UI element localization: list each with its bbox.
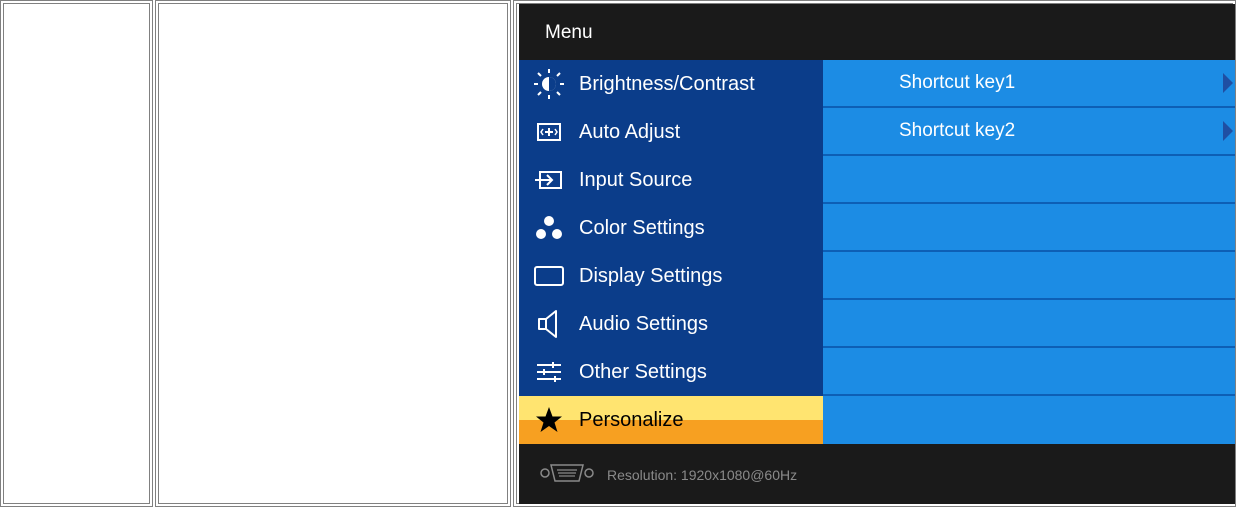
menu-item-other-settings[interactable]: Other Settings (519, 348, 823, 396)
auto-adjust-icon (519, 121, 579, 143)
star-icon (519, 406, 579, 434)
submenu-row-label: Shortcut key2 (899, 120, 1016, 141)
submenu-row-shortcut-key2[interactable]: Shortcut key2 (823, 108, 1235, 156)
resolution-text: Resolution: 1920x1080@60Hz (607, 466, 798, 483)
menu-item-label: Other Settings (579, 360, 707, 383)
status-bar: Resolution: 1920x1080@60Hz (539, 462, 797, 487)
display-settings-icon (519, 264, 579, 288)
submenu-row (823, 300, 1235, 348)
submenu-row (823, 156, 1235, 204)
submenu-row (823, 396, 1235, 442)
color-settings-icon (519, 215, 579, 241)
table-cell-2 (155, 0, 511, 507)
menu-item-input-source[interactable]: Input Source (519, 156, 823, 204)
submenu-row (823, 252, 1235, 300)
menu-item-label: Color Settings (579, 216, 705, 239)
submenu-row-label: Shortcut key1 (899, 72, 1016, 93)
submenu-panel: Shortcut key1 Shortcut key2 (823, 60, 1235, 444)
menu-item-label: Input Source (579, 168, 693, 191)
arrow-right-icon (1223, 73, 1233, 93)
submenu-row (823, 348, 1235, 396)
submenu-row (823, 204, 1235, 252)
menu-item-label: Brightness/Contrast (579, 72, 755, 95)
menu-item-color-settings[interactable]: Color Settings (519, 204, 823, 252)
menu-item-label: Audio Settings (579, 312, 708, 335)
speaker-icon (519, 309, 579, 339)
menu-item-brightness-contrast[interactable]: Brightness/Contrast (519, 60, 823, 108)
vga-connector-icon (539, 462, 595, 487)
menu-item-label: Display Settings (579, 264, 723, 287)
menu-item-label: Personalize (579, 408, 684, 431)
menu-item-display-settings[interactable]: Display Settings (519, 252, 823, 300)
table-cell-1 (0, 0, 153, 507)
submenu-row-shortcut-key1[interactable]: Shortcut key1 (823, 60, 1235, 108)
osd-menu: Menu Brightness/Contrast Auto Adjust Inp… (519, 4, 1235, 504)
menu-item-personalize[interactable]: Personalize (519, 396, 823, 444)
brightness-icon (519, 68, 579, 100)
osd-title: Menu (545, 22, 593, 43)
menu-item-auto-adjust[interactable]: Auto Adjust (519, 108, 823, 156)
menu-item-audio-settings[interactable]: Audio Settings (519, 300, 823, 348)
arrow-right-icon (1223, 121, 1233, 141)
sliders-icon (519, 361, 579, 383)
main-menu: Brightness/Contrast Auto Adjust Input So… (519, 60, 823, 444)
menu-item-label: Auto Adjust (579, 120, 681, 143)
input-source-icon (519, 169, 579, 191)
